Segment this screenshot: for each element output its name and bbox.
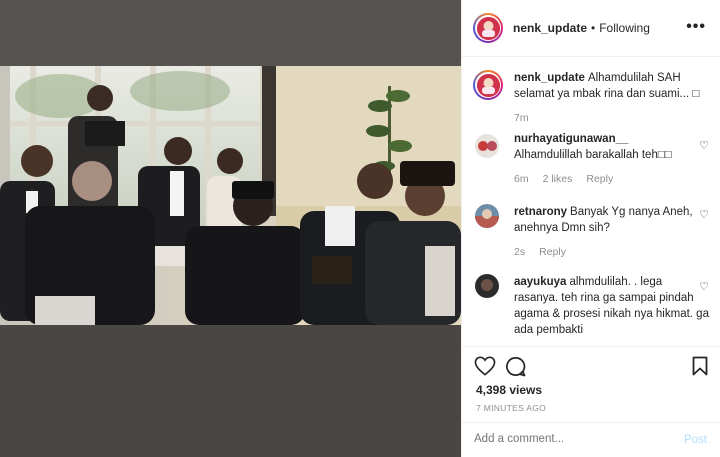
caption-item: nenk_update Alhamdulilah SAH selamat ya m… (473, 70, 709, 130)
following-button[interactable]: Following (599, 21, 650, 35)
comment-item: nurhayatigunawan__ Alhamdulillah barakall… (473, 131, 709, 191)
comment-username[interactable]: retnarony (514, 206, 567, 218)
post-side-panel: nenk_update • Following ••• nenk_update … (461, 0, 720, 457)
comment-text: aayukuya alhmdulilah. . lega rasanya. teh… (514, 274, 709, 338)
post-actions: 4,398 views 7 MINUTES AGO (462, 346, 720, 422)
post-timestamp[interactable]: 7 MINUTES AGO (476, 403, 546, 413)
author-username-link[interactable]: nenk_update (513, 21, 587, 35)
post-comment-button[interactable]: Post (684, 434, 707, 446)
comment-like-heart-icon[interactable]: ♡ (699, 139, 709, 152)
media-letterbox-bottom (0, 325, 461, 457)
heart-icon[interactable] (474, 356, 496, 379)
comment-username[interactable]: aayukuya (514, 276, 566, 288)
more-options-icon[interactable]: ••• (686, 19, 706, 35)
bookmark-icon[interactable] (692, 356, 708, 379)
view-count[interactable]: 4,398 views (476, 383, 542, 397)
comment-item: retnarony Banyak Yg nanya Aneh, anehnya D… (473, 204, 709, 264)
comment-item: aayukuya alhmdulilah. . lega rasanya. teh… (473, 274, 709, 344)
video-player[interactable] (0, 66, 461, 325)
comment-like-heart-icon[interactable]: ♡ (699, 280, 709, 293)
caption-time[interactable]: 7m (514, 112, 529, 124)
comment-time[interactable]: 2s (514, 246, 525, 258)
commenter-avatar-image (475, 134, 499, 158)
add-comment-bar: Post (462, 422, 720, 457)
commenter-avatar[interactable] (475, 204, 499, 228)
author-avatar-image (476, 16, 500, 40)
caption-avatar-image (476, 73, 500, 97)
comments-list[interactable]: nenk_update Alhamdulilah SAH selamat ya m… (462, 58, 720, 345)
comment-time[interactable]: 6m (514, 173, 529, 185)
wedding-ceremony-photo (0, 66, 461, 325)
comment-meta: 6m 2 likes Reply (514, 173, 627, 185)
commenter-avatar-image (475, 274, 499, 298)
comment-username[interactable]: nurhayatigunawan__ (514, 133, 628, 145)
caption-meta: 7m (514, 112, 543, 124)
media-letterbox-top (0, 0, 461, 66)
comment-reply-button[interactable]: Reply (539, 246, 566, 258)
author-avatar[interactable] (473, 13, 503, 43)
comment-meta: 2s Reply (514, 246, 580, 258)
commenter-avatar-image (475, 204, 499, 228)
header-separator: • (591, 21, 596, 35)
comment-text: nurhayatigunawan__ Alhamdulillah barakall… (514, 131, 709, 163)
post-media[interactable] (0, 0, 461, 457)
add-comment-input[interactable] (474, 433, 664, 445)
commenter-avatar[interactable] (475, 134, 499, 158)
caption-avatar[interactable] (473, 70, 503, 100)
caption-username[interactable]: nenk_update (514, 72, 585, 84)
comment-icon[interactable] (505, 356, 526, 380)
caption-text: nenk_update Alhamdulilah SAH selamat ya m… (514, 70, 709, 102)
comment-like-heart-icon[interactable]: ♡ (699, 208, 709, 221)
comment-likes[interactable]: 2 likes (543, 173, 573, 185)
comment-reply-button[interactable]: Reply (586, 173, 613, 185)
comment-body: Alhamdulillah barakallah teh□□ (514, 149, 672, 161)
post-header: nenk_update • Following ••• (462, 0, 720, 57)
comment-text: retnarony Banyak Yg nanya Aneh, anehnya D… (514, 204, 709, 236)
commenter-avatar[interactable] (475, 274, 499, 298)
